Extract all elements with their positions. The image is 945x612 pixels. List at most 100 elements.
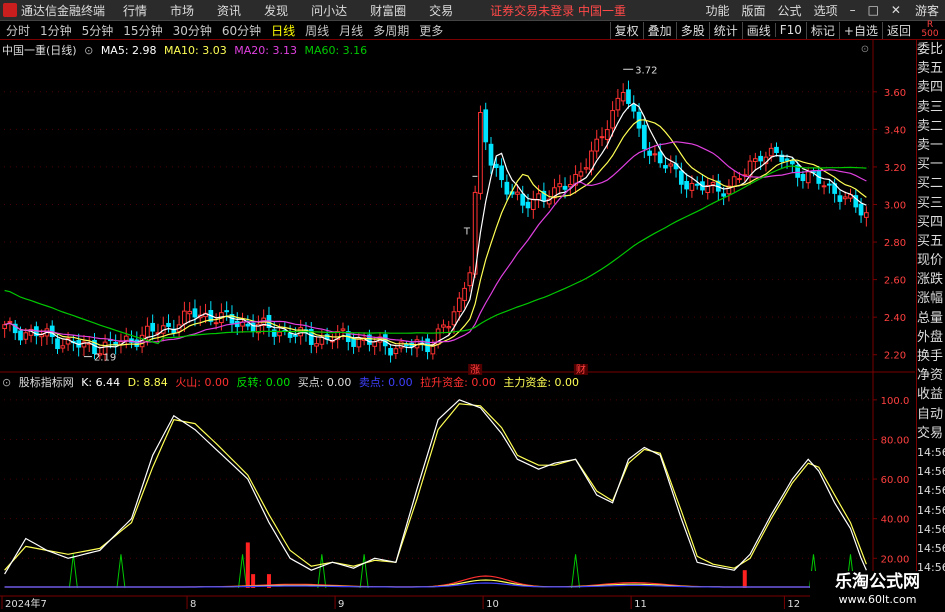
sidebar-price[interactable]: 现价	[917, 251, 945, 270]
period-tab[interactable]: 多周期	[373, 22, 409, 39]
candle-body	[652, 153, 658, 156]
period-tab[interactable]: 周线	[305, 22, 329, 39]
candle-body	[752, 158, 758, 163]
ma60-line	[4, 165, 867, 345]
maximize-icon[interactable]: □	[868, 3, 879, 17]
close-icon[interactable]: ✕	[891, 3, 901, 17]
period-tab[interactable]: 日线	[271, 22, 295, 39]
sidebar-time: 14:56	[917, 445, 945, 459]
candle-body	[488, 143, 494, 166]
period-tab[interactable]: 更多	[419, 22, 443, 39]
tool-button[interactable]: 画线	[741, 21, 775, 39]
candle-body	[145, 325, 150, 338]
tool-button[interactable]: +自选	[838, 21, 882, 39]
tool-button[interactable]: 统计	[708, 21, 742, 39]
price-tick-label: 3.00	[884, 200, 906, 211]
date-label: 2024年7	[5, 597, 47, 609]
sidebar-pct[interactable]: 涨幅	[917, 289, 945, 308]
tool-button[interactable]: 叠加	[642, 21, 676, 39]
minimize-icon[interactable]: –	[850, 3, 856, 17]
badge-line2: 500	[921, 29, 939, 39]
tool-button[interactable]: F10	[774, 23, 806, 37]
candle-body	[478, 112, 483, 194]
period-tab[interactable]: 分时	[6, 22, 30, 39]
period-tab[interactable]: 30分钟	[173, 22, 212, 39]
login-notice[interactable]: 证券交易未登录 中国一重	[490, 2, 626, 19]
candle-body	[18, 330, 23, 341]
sidebar-sell3[interactable]: 卖三	[917, 98, 945, 117]
indicator-name: 股标指标网	[18, 376, 74, 389]
indicator-dropdown-icon[interactable]: ⊙	[2, 376, 11, 389]
sidebar-trade[interactable]: 交易	[917, 424, 945, 443]
indicator-legend: ⊙ 股标指标网 K: 6.44 D: 8.84 火山: 0.00 反转: 0.0…	[2, 374, 583, 389]
period-tab[interactable]: 1分钟	[40, 22, 72, 39]
ma10-line	[4, 119, 867, 347]
candle-body	[520, 193, 526, 206]
tool-button[interactable]: 复权	[609, 21, 643, 39]
sidebar-buy1[interactable]: 买一	[917, 155, 945, 174]
candle-body	[483, 109, 489, 143]
menu-item-wealth[interactable]: 财富圈	[370, 2, 406, 19]
candle-body	[2, 324, 7, 329]
tool-button[interactable]: 标记	[805, 21, 839, 39]
candle-body	[784, 158, 790, 161]
menu-item-quotes[interactable]: 行情	[123, 2, 147, 19]
green-spike	[317, 554, 327, 589]
sidebar-weibi[interactable]: 委比	[917, 40, 945, 59]
period-tab[interactable]: 5分钟	[82, 22, 114, 39]
kline-chart[interactable]: 3.60 3.40 3.20 3.00 2.80 2.60 2.40 2.20 100.0 80.…	[0, 40, 915, 610]
menu-item-layout[interactable]: 版面	[742, 2, 766, 19]
period-tab[interactable]: 月线	[339, 22, 363, 39]
period-tab[interactable]: 15分钟	[123, 22, 162, 39]
guest-label[interactable]: 游客	[915, 2, 939, 19]
sidebar-volume[interactable]: 总量	[917, 309, 945, 328]
candle-body	[837, 195, 843, 202]
menu-item-market[interactable]: 市场	[170, 2, 194, 19]
sidebar-buy5[interactable]: 买五	[917, 232, 945, 251]
period-tab[interactable]: 60分钟	[222, 22, 261, 39]
stock-title: 中国一重(日线)	[2, 44, 77, 57]
sidebar-time: 14:56	[917, 541, 945, 555]
menu-item-ask[interactable]: 问小达	[311, 2, 347, 19]
sidebar-buy2[interactable]: 买二	[917, 174, 945, 193]
menu-item-options[interactable]: 选项	[814, 2, 838, 19]
candle-body	[842, 196, 848, 200]
candle-body	[631, 104, 637, 112]
candle-body	[731, 176, 737, 187]
candle-body	[610, 110, 615, 129]
candle-body	[393, 348, 399, 354]
candle-body	[604, 129, 610, 140]
sidebar-sell4[interactable]: 卖四	[917, 78, 945, 97]
sidebar-nav[interactable]: 净资	[917, 366, 945, 385]
candle-body	[626, 89, 631, 104]
sidebar-sell1[interactable]: 卖一	[917, 136, 945, 155]
candle-body	[620, 92, 626, 102]
legend-dropdown-icon[interactable]: ⊙	[84, 44, 93, 57]
price-tick-label: 3.20	[884, 163, 906, 174]
menu-item-formula[interactable]: 公式	[778, 2, 802, 19]
menu-item-discover[interactable]: 发现	[264, 2, 288, 19]
menu-bar: 通达信金融终端 行情 市场 资讯 发现 问小达 财富圈 交易 证券交易未登录 中…	[0, 0, 945, 21]
tool-button[interactable]: 多股	[675, 21, 709, 39]
high-label: 3.72	[635, 65, 657, 76]
sidebar-sell2[interactable]: 卖二	[917, 117, 945, 136]
sidebar-buy3[interactable]: 买三	[917, 194, 945, 213]
tool-button[interactable]: 返回	[881, 21, 915, 39]
sidebar-outer[interactable]: 外盘	[917, 328, 945, 347]
candle-body	[821, 185, 827, 188]
candle-body	[789, 160, 795, 165]
sidebar-buy4[interactable]: 买四	[917, 213, 945, 232]
watermark-url: www.60lt.com	[838, 593, 917, 606]
candle-body	[314, 343, 319, 347]
menu-item-function[interactable]: 功能	[706, 2, 730, 19]
sidebar-auto[interactable]: 自动	[917, 405, 945, 424]
sidebar-sell5[interactable]: 卖五	[917, 59, 945, 78]
candle-body	[451, 311, 457, 326]
lasheng-value: 拉升资金: 0.00	[420, 376, 496, 389]
menu-item-news[interactable]: 资讯	[217, 2, 241, 19]
sidebar-income[interactable]: 收益	[917, 385, 945, 404]
sidebar-change[interactable]: 涨跌	[917, 270, 945, 289]
sidebar-turnover[interactable]: 换手	[917, 347, 945, 366]
menu-item-trade[interactable]: 交易	[429, 2, 453, 19]
chart-area[interactable]: 3.60 3.40 3.20 3.00 2.80 2.60 2.40 2.20 100.0 80.…	[0, 40, 915, 610]
